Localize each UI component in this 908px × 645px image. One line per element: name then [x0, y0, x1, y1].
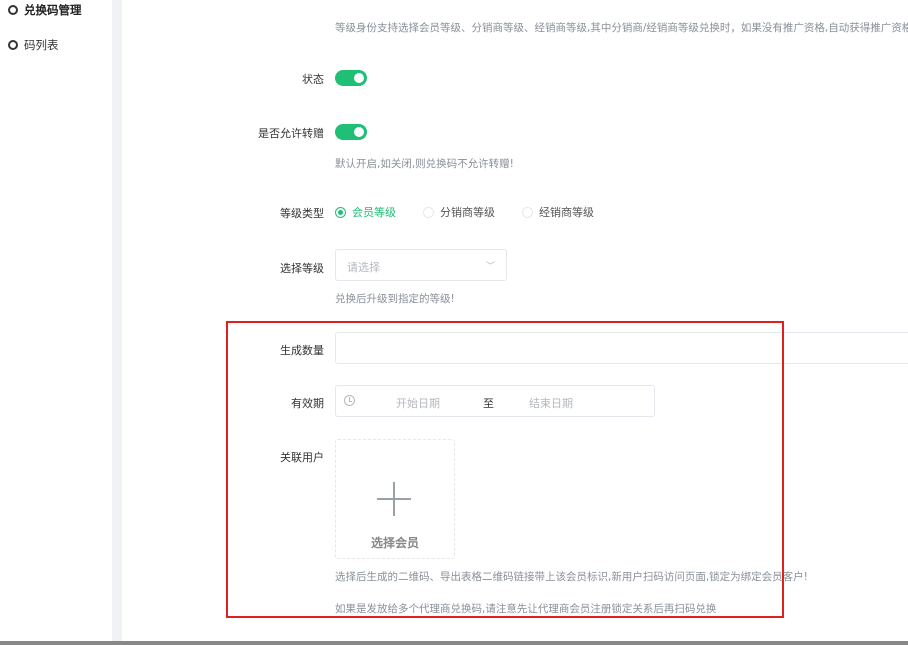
level-select[interactable]: 请选择 ﹀: [335, 249, 507, 281]
allow-transfer-label: 是否允许转赠: [258, 127, 324, 140]
linked-user-label: 关联用户: [280, 451, 324, 464]
radio-distributor-level[interactable]: 分销商等级: [423, 204, 495, 220]
ring-icon: [8, 40, 18, 50]
select-member-label: 选择会员: [370, 536, 419, 550]
sidebar-item-code-list[interactable]: 码列表: [8, 36, 59, 54]
main-form: 等级身份支持选择会员等级、分销商等级、经销商等级,其中分销商/经销商等级兑换时，…: [122, 0, 908, 645]
sidebar-item-label: 码列表: [24, 38, 59, 52]
sidebar-item-redeem-code-management[interactable]: 兑换码管理: [8, 1, 82, 19]
sidebar-item-label: 兑换码管理: [24, 3, 82, 17]
end-date-placeholder[interactable]: 结束日期: [529, 395, 573, 411]
sidebar: 兑换码管理 码列表: [0, 0, 112, 645]
generate-count-label: 生成数量: [280, 344, 324, 357]
radio-label: 经销商等级: [539, 206, 594, 219]
radio-dot-icon: [522, 206, 533, 218]
sidebar-gutter: [112, 0, 122, 645]
chevron-down-icon: ﹀: [485, 262, 495, 272]
date-range-separator: 至: [483, 397, 494, 410]
radio-dot-icon: [335, 206, 346, 218]
select-level-label: 选择等级: [280, 262, 324, 275]
validity-date-range[interactable]: 开始日期 至 结束日期: [335, 385, 655, 417]
linked-user-hint-2: 如果是发放给多个代理商兑换码,请注意先让代理商会员注册锁定关系后再扫码兑换: [335, 603, 717, 615]
plus-icon: [377, 482, 411, 516]
select-level-hint: 兑换后升级到指定的等级!: [335, 293, 455, 305]
start-date-placeholder[interactable]: 开始日期: [396, 395, 440, 411]
validity-label: 有效期: [291, 397, 324, 410]
bottom-divider: [0, 641, 908, 645]
allow-transfer-hint: 默认开启,如关闭,则兑换码不允许转赠!: [335, 158, 514, 170]
radio-label: 会员等级: [352, 206, 396, 219]
select-member-button[interactable]: 选择会员: [335, 439, 455, 559]
clock-icon: [344, 395, 355, 406]
radio-member-level[interactable]: 会员等级: [335, 204, 396, 220]
generate-count-input[interactable]: [335, 332, 908, 364]
level-select-placeholder: 请选择: [347, 261, 380, 274]
linked-user-hint-1: 选择后生成的二维码、导出表格二维码链接带上该会员标识,新用户扫码访问页面,锁定为…: [335, 571, 808, 583]
level-identity-hint: 等级身份支持选择会员等级、分销商等级、经销商等级,其中分销商/经销商等级兑换时，…: [335, 22, 908, 34]
status-toggle[interactable]: [335, 70, 367, 86]
radio-dot-icon: [423, 206, 434, 218]
radio-dealer-level[interactable]: 经销商等级: [522, 204, 594, 220]
status-label: 状态: [302, 73, 324, 86]
ring-icon: [8, 5, 18, 15]
allow-transfer-toggle[interactable]: [335, 124, 367, 140]
level-type-label: 等级类型: [280, 207, 324, 220]
radio-label: 分销商等级: [440, 206, 495, 219]
